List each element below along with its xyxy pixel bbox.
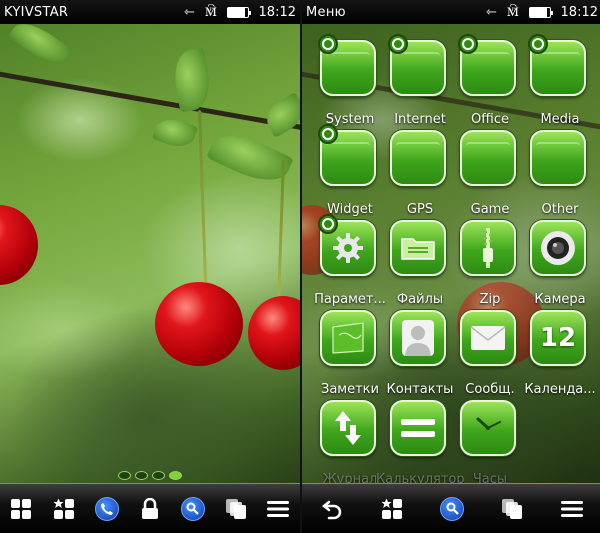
home-toolbar xyxy=(0,483,300,533)
menu-item-media[interactable]: Media xyxy=(520,34,590,130)
menu-icon[interactable] xyxy=(555,492,589,526)
favorites-icon[interactable] xyxy=(47,492,81,526)
page-indicator[interactable] xyxy=(118,471,182,480)
task-switcher-icon[interactable] xyxy=(495,492,529,526)
menu-item-game[interactable]: Game xyxy=(450,130,520,220)
lock-icon[interactable] xyxy=(133,492,167,526)
status-bar: KYIVSTAR ⇽ 🕅 18:12 xyxy=(0,0,300,24)
back-icon[interactable] xyxy=(315,492,349,526)
menu-item-settings[interactable]: Парамет... xyxy=(310,214,386,310)
menu-item-contacts[interactable]: Контакты xyxy=(380,310,453,400)
phone-icon[interactable] xyxy=(90,492,124,526)
menu-item-calendar[interactable]: 12 Календа... xyxy=(520,310,596,400)
menu-icon[interactable] xyxy=(261,492,295,526)
calendar-day: 12 xyxy=(539,323,577,353)
menu-toolbar xyxy=(302,483,600,533)
folder-icon xyxy=(460,130,516,186)
folder-icon xyxy=(390,130,446,186)
menu-item-calculator[interactable]: Калькулятор xyxy=(376,400,464,490)
menu-item-label: Other xyxy=(541,202,579,217)
page-dot[interactable] xyxy=(135,471,148,480)
clock-time: 18:12 xyxy=(560,4,598,20)
battery-icon xyxy=(226,6,251,18)
page-dot-active[interactable] xyxy=(169,471,182,480)
menu-item-system[interactable]: System xyxy=(310,34,380,130)
messaging-icon xyxy=(460,310,516,366)
folder-badge-icon xyxy=(388,34,408,54)
signal-icon: 🕅 xyxy=(507,4,519,20)
menu-item-gps[interactable]: GPS xyxy=(380,130,450,220)
folder-badge-icon xyxy=(458,34,478,54)
menu-item-messaging[interactable]: Сообщ. xyxy=(450,310,520,400)
folder-badge-icon xyxy=(318,214,338,234)
menu-title: Меню xyxy=(306,4,346,20)
menu-item-camera[interactable]: Камера xyxy=(520,220,590,310)
search-icon[interactable] xyxy=(435,492,469,526)
cherry xyxy=(155,282,243,366)
log-icon xyxy=(320,400,376,456)
task-switcher-icon[interactable] xyxy=(219,492,253,526)
folder-icon xyxy=(530,130,586,186)
search-icon[interactable] xyxy=(176,492,210,526)
operator-name: KYIVSTAR xyxy=(4,4,69,20)
menu-item-files[interactable]: Файлы xyxy=(380,220,450,310)
clock-icon xyxy=(460,400,516,456)
folder-badge-icon xyxy=(318,124,338,144)
folder-badge-icon xyxy=(528,34,548,54)
calculator-icon xyxy=(390,400,446,456)
menu-item-label: Media xyxy=(540,112,580,127)
signal-icon: 🕅 xyxy=(205,4,217,20)
menu-item-clock[interactable]: Часы xyxy=(450,400,520,490)
page-dot[interactable] xyxy=(118,471,131,480)
page-dot[interactable] xyxy=(152,471,165,480)
menu-item-office[interactable]: Office xyxy=(450,34,520,130)
folder-badge-icon xyxy=(318,34,338,54)
clock-time: 18:12 xyxy=(258,4,296,20)
calendar-icon: 12 xyxy=(530,310,586,366)
menu-item-label: Календа... xyxy=(524,382,596,397)
menu-item-other[interactable]: Other xyxy=(520,130,590,220)
menu-item-internet[interactable]: Internet xyxy=(380,34,450,130)
favorites-icon[interactable] xyxy=(375,492,409,526)
menu-item-notes[interactable]: Заметки xyxy=(310,310,380,400)
camera-icon xyxy=(530,220,586,276)
notes-icon xyxy=(320,310,376,366)
menu-item-label: Камера xyxy=(534,292,586,307)
home-screen: KYIVSTAR ⇽ 🕅 18:12 xyxy=(0,0,300,533)
status-bar: Меню ⇽ 🕅 18:12 xyxy=(302,0,600,24)
usb-icon: ⇽ xyxy=(486,4,498,20)
file-manager-icon xyxy=(390,220,446,276)
menu-item-zip[interactable]: Zip xyxy=(450,220,520,310)
menu-item-widget[interactable]: Widget xyxy=(310,124,380,220)
menu-item-log[interactable]: Журнал xyxy=(310,400,380,490)
menu-screen: Меню ⇽ 🕅 18:12 System Internet Office Me… xyxy=(300,0,600,533)
apps-grid-icon[interactable] xyxy=(4,492,38,526)
zip-icon xyxy=(460,220,516,276)
contacts-icon xyxy=(390,310,446,366)
battery-icon xyxy=(528,6,553,18)
usb-icon: ⇽ xyxy=(184,4,196,20)
